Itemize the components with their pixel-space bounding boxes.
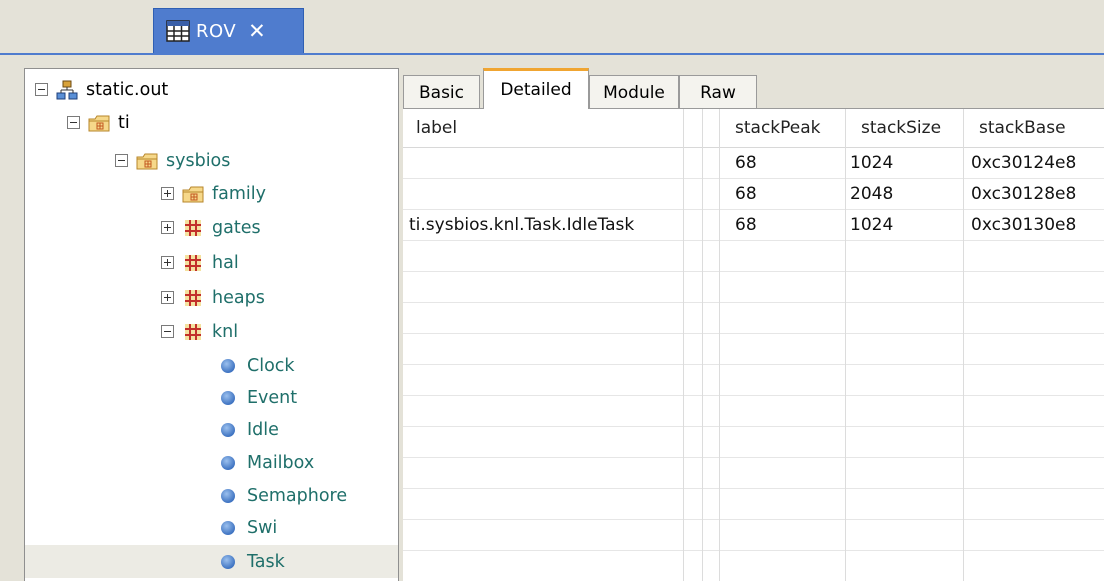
tree-item-label: ti bbox=[118, 112, 130, 133]
expand-icon[interactable] bbox=[161, 187, 174, 200]
row-gridline bbox=[403, 550, 1104, 551]
tree-item-family[interactable]: family bbox=[161, 177, 266, 210]
table-cell: 68 bbox=[735, 153, 757, 173]
tree-item-label: Clock bbox=[247, 355, 295, 376]
tree-item-gates[interactable]: gates bbox=[161, 211, 261, 244]
tree-item-hal[interactable]: hal bbox=[161, 246, 239, 279]
instance-table[interactable]: label stackPeak stackSize stackBase 68 1024 0x… bbox=[403, 108, 1104, 581]
row-gridline bbox=[403, 333, 1104, 334]
package-icon bbox=[88, 115, 110, 131]
row-gridline bbox=[403, 302, 1104, 303]
table-icon bbox=[166, 20, 190, 42]
column-gridline bbox=[683, 109, 684, 581]
tree-item-label: Mailbox bbox=[247, 452, 315, 473]
tree-item-clock[interactable]: Clock bbox=[201, 349, 295, 382]
tree-item-label: static.out bbox=[86, 79, 169, 100]
table-cell: 0xc30130e8 bbox=[971, 215, 1077, 235]
row-gridline bbox=[403, 488, 1104, 489]
row-gridline bbox=[403, 519, 1104, 520]
tab-detailed[interactable]: Detailed bbox=[483, 68, 589, 109]
tree-item-label: family bbox=[212, 183, 267, 204]
module-grid-icon bbox=[185, 219, 201, 236]
view-tab-label: ROV bbox=[196, 20, 237, 42]
table-cell: ti.sysbios.knl.Task.IdleTask bbox=[409, 215, 635, 235]
column-header-spacer-2[interactable] bbox=[702, 109, 719, 147]
tree-item-label: Swi bbox=[247, 517, 278, 538]
detail-panel: Basic Detailed Module Raw label stackPeak sta… bbox=[403, 68, 1104, 581]
tab-raw[interactable]: Raw bbox=[679, 75, 757, 109]
view-mode-tabs: Basic Detailed Module Raw bbox=[403, 68, 1104, 109]
row-gridline bbox=[403, 426, 1104, 427]
table-cell: 1024 bbox=[850, 215, 894, 235]
module-grid-icon bbox=[185, 289, 201, 306]
tree-item-label: heaps bbox=[212, 287, 265, 308]
program-icon bbox=[56, 80, 78, 99]
collapse-icon[interactable] bbox=[67, 116, 80, 129]
tree-item-idle[interactable]: Idle bbox=[201, 413, 279, 446]
package-icon bbox=[136, 153, 158, 169]
module-ball-icon bbox=[221, 455, 235, 470]
tab-module[interactable]: Module bbox=[589, 75, 679, 109]
tree-item-knl[interactable]: knl bbox=[161, 315, 238, 348]
tree-item-label: sysbios bbox=[166, 150, 231, 171]
row-gridline bbox=[403, 395, 1104, 396]
tree-item-heaps[interactable]: heaps bbox=[161, 281, 265, 314]
expand-icon[interactable] bbox=[161, 291, 174, 304]
column-header-stackSize[interactable]: stackSize bbox=[845, 109, 963, 147]
tree-item-label: knl bbox=[212, 321, 239, 342]
tab-basic[interactable]: Basic bbox=[403, 75, 480, 109]
tree-item-mailbox[interactable]: Mailbox bbox=[201, 446, 314, 479]
tree-item-label: gates bbox=[212, 217, 261, 238]
tree-item-sysbios[interactable]: sysbios bbox=[115, 144, 230, 177]
module-grid-icon bbox=[185, 323, 201, 340]
table-cell: 68 bbox=[735, 215, 757, 235]
tree-item-task[interactable]: Task bbox=[25, 545, 398, 578]
module-grid-icon bbox=[185, 254, 201, 271]
tree-item-semaphore[interactable]: Semaphore bbox=[201, 479, 347, 512]
module-ball-icon bbox=[221, 554, 235, 569]
tree-item-label: Semaphore bbox=[247, 485, 348, 506]
view-tab-rov[interactable]: ROV ✕ bbox=[153, 8, 304, 53]
column-header-stackPeak[interactable]: stackPeak bbox=[719, 109, 845, 147]
table-cell: 0xc30124e8 bbox=[971, 153, 1077, 173]
module-ball-icon bbox=[221, 488, 235, 503]
column-gridline bbox=[702, 109, 703, 581]
module-ball-icon bbox=[221, 358, 235, 373]
tree-item-label: Event bbox=[247, 387, 298, 408]
tree-item-label: Idle bbox=[247, 419, 279, 440]
package-icon bbox=[182, 186, 204, 202]
module-tree[interactable]: static.out ti sysbios family gates hal heaps kn… bbox=[24, 68, 399, 581]
module-ball-icon bbox=[221, 520, 235, 535]
tab-strip-underline bbox=[0, 53, 1104, 55]
collapse-icon[interactable] bbox=[161, 325, 174, 338]
table-cell: 0xc30128e8 bbox=[971, 184, 1077, 204]
column-header-stackBase[interactable]: stackBase bbox=[963, 109, 1104, 147]
tree-item-label: hal bbox=[212, 252, 239, 273]
collapse-icon[interactable] bbox=[35, 83, 48, 96]
tree-item-swi[interactable]: Swi bbox=[201, 511, 277, 544]
column-header-spacer-1[interactable] bbox=[683, 109, 702, 147]
row-gridline bbox=[403, 457, 1104, 458]
tree-item-label: Task bbox=[247, 551, 285, 572]
collapse-icon[interactable] bbox=[115, 154, 128, 167]
tree-item-event[interactable]: Event bbox=[201, 381, 297, 414]
column-header-label[interactable]: label bbox=[403, 109, 683, 147]
table-cell: 1024 bbox=[850, 153, 894, 173]
expand-icon[interactable] bbox=[161, 256, 174, 269]
close-icon[interactable]: ✕ bbox=[248, 19, 266, 43]
row-gridline bbox=[403, 364, 1104, 365]
row-gridline bbox=[403, 271, 1104, 272]
module-ball-icon bbox=[221, 390, 235, 405]
table-cell: 68 bbox=[735, 184, 757, 204]
module-ball-icon bbox=[221, 422, 235, 437]
expand-icon[interactable] bbox=[161, 221, 174, 234]
tree-item-ti[interactable]: ti bbox=[67, 106, 130, 139]
tree-item-static-out[interactable]: static.out bbox=[35, 73, 168, 106]
table-cell: 2048 bbox=[850, 184, 894, 204]
